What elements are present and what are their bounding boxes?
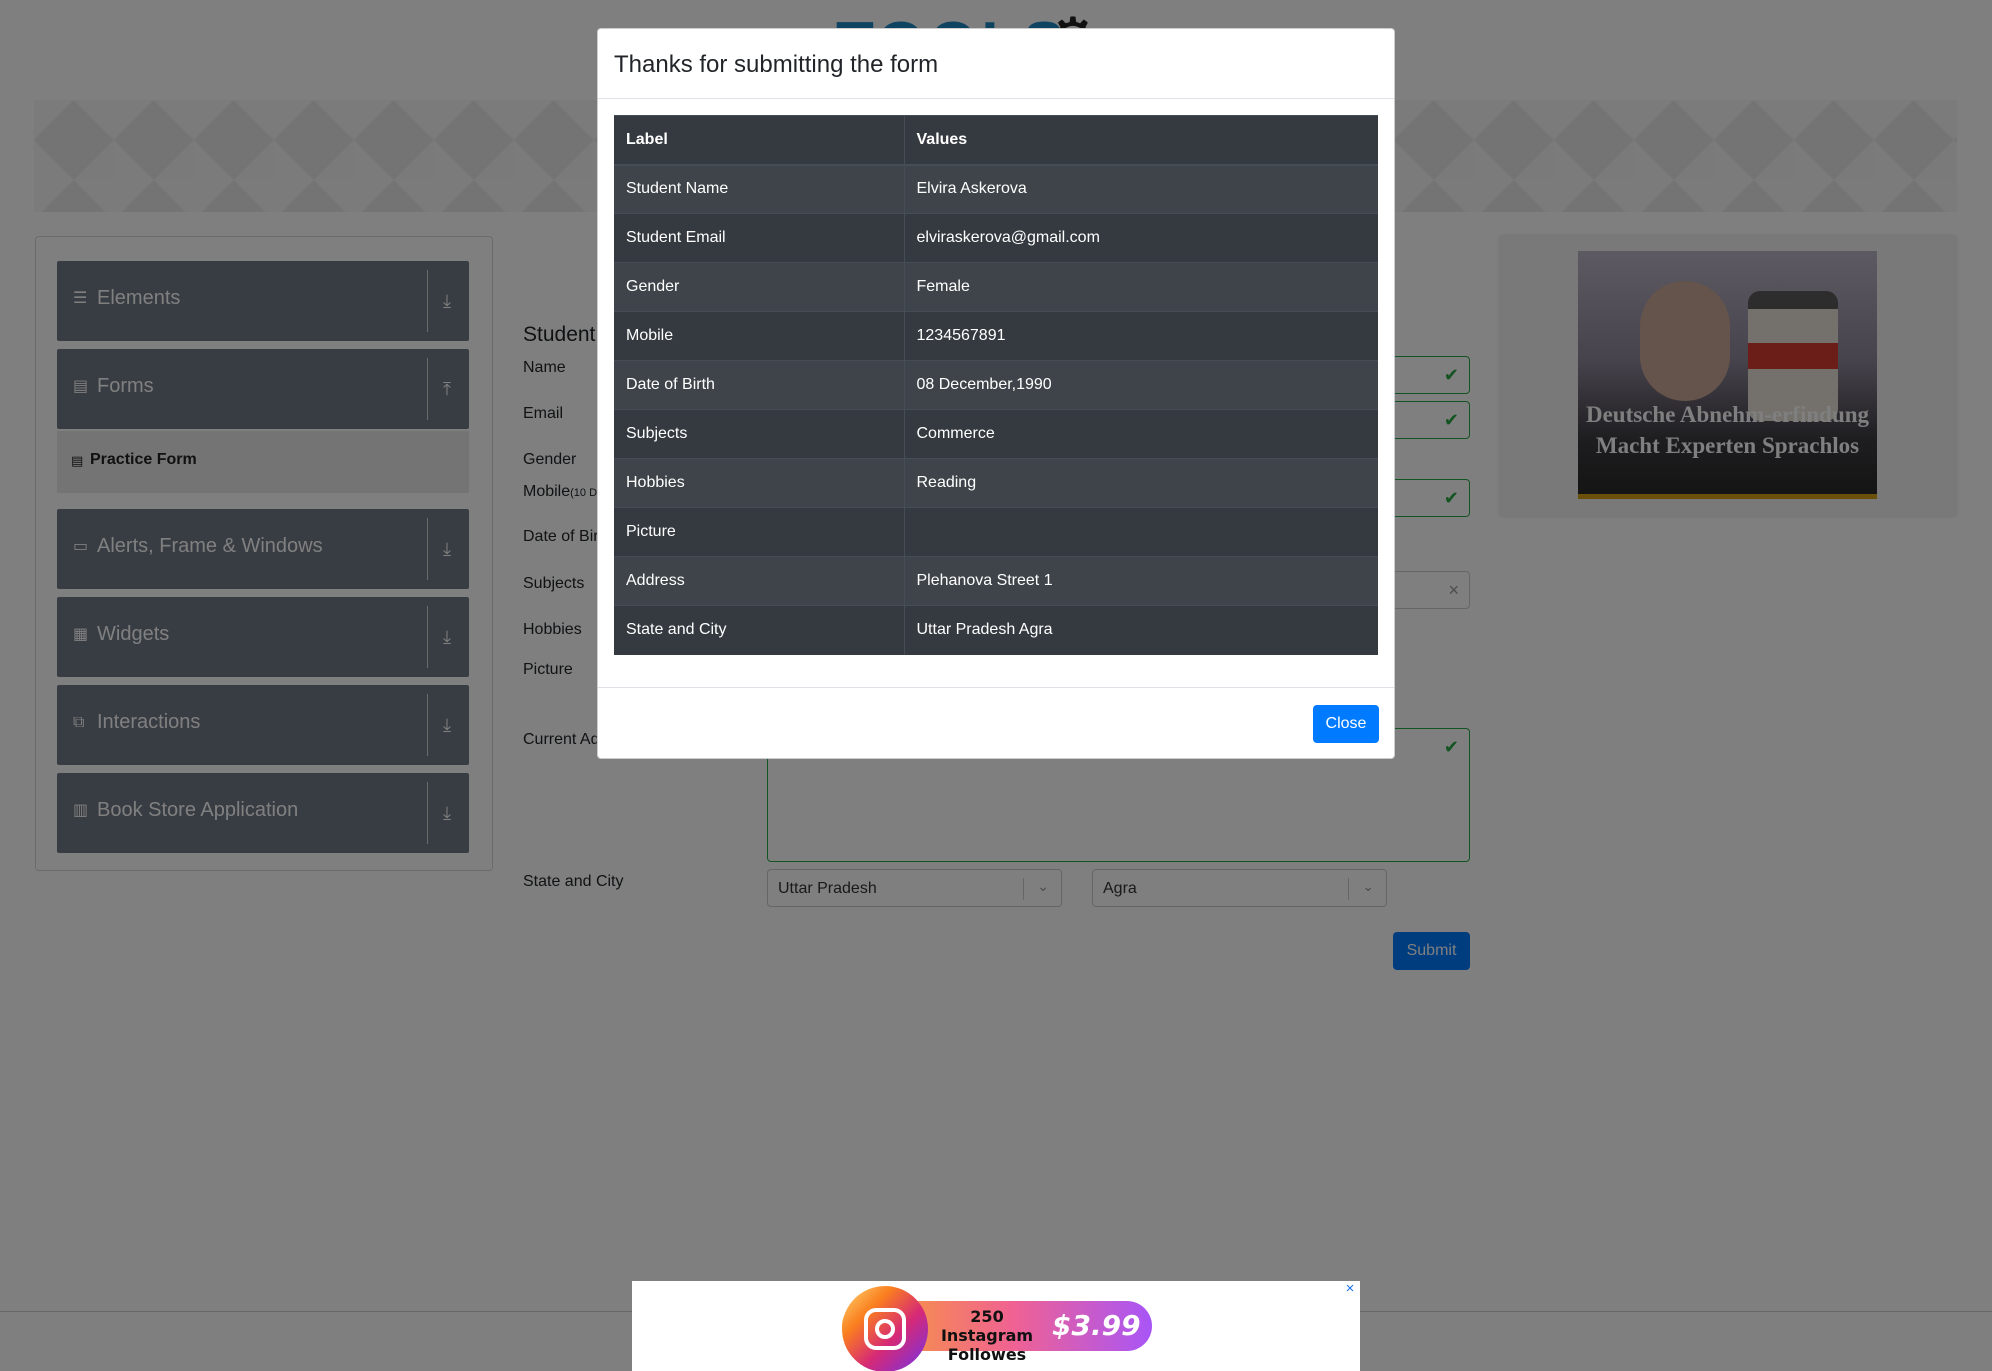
table-header-row: Label Values (614, 115, 1378, 166)
bottom-advertisement[interactable]: × 250 Instagram Followes $3.99 (632, 1281, 1360, 1371)
row-value: 08 December,1990 (904, 360, 1378, 410)
instagram-icon (842, 1286, 928, 1371)
ad-price: $3.99 (1052, 1309, 1141, 1342)
modal-title: Thanks for submitting the form (614, 51, 939, 78)
close-button[interactable]: Close (1313, 705, 1379, 743)
row-value: Commerce (904, 409, 1378, 459)
column-header: Label (614, 115, 905, 166)
row-label: Gender (614, 262, 905, 312)
instagram-lens (875, 1319, 895, 1339)
row-value: Elvira Askerova (904, 164, 1378, 214)
row-value: Female (904, 262, 1378, 312)
table-row: Gender Female (614, 262, 1378, 312)
submission-modal: Thanks for submitting the form Label Val… (597, 28, 1395, 759)
row-value: Uttar Pradesh Agra (904, 605, 1378, 655)
row-label: Student Email (614, 213, 905, 263)
row-value: Plehanova Street 1 (904, 556, 1378, 606)
table-row: Mobile 1234567891 (614, 311, 1378, 361)
row-value: elviraskerova@gmail.com (904, 213, 1378, 263)
row-label: Subjects (614, 409, 905, 459)
row-label: Hobbies (614, 458, 905, 508)
row-label: State and City (614, 605, 905, 655)
row-value: 1234567891 (904, 311, 1378, 361)
row-label: Picture (614, 507, 905, 557)
column-header: Values (904, 115, 1378, 166)
table-row: Date of Birth 08 December,1990 (614, 360, 1378, 410)
table-row: Student Email elviraskerova@gmail.com (614, 213, 1378, 263)
row-label: Mobile (614, 311, 905, 361)
table-row: Student Name Elvira Askerova (614, 164, 1378, 214)
row-label: Student Name (614, 164, 905, 214)
close-icon[interactable]: × (1342, 1281, 1358, 1297)
row-label: Address (614, 556, 905, 606)
results-table: Label Values Student Name Elvira Askerova… (614, 115, 1378, 655)
table-row: Subjects Commerce (614, 409, 1378, 459)
modal-header: Thanks for submitting the form (598, 29, 1394, 99)
row-value (904, 507, 1378, 557)
table-row: Picture (614, 507, 1378, 557)
ad-text: 250 Instagram Followes (940, 1307, 1034, 1364)
table-row: Address Plehanova Street 1 (614, 556, 1378, 606)
table-row: State and City Uttar Pradesh Agra (614, 605, 1378, 655)
modal-footer-divider (598, 687, 1394, 688)
table-row: Hobbies Reading (614, 458, 1378, 508)
row-label: Date of Birth (614, 360, 905, 410)
row-value: Reading (904, 458, 1378, 508)
